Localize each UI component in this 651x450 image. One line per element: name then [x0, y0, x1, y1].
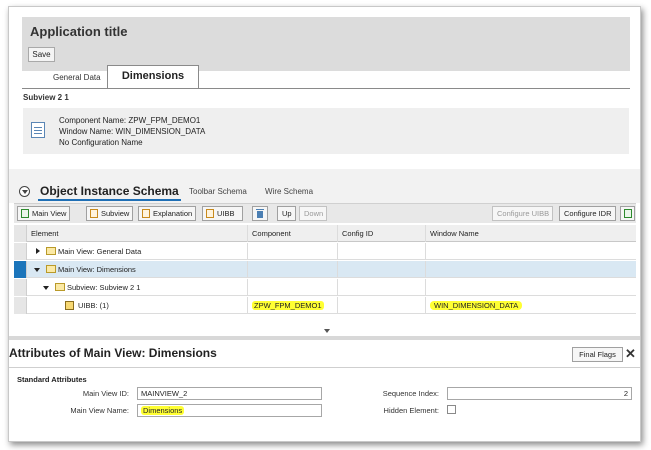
highlighted-component: ZPW_FPM_DEMO1 [252, 301, 324, 310]
highlighted-main-view-name: Dimensions [141, 406, 185, 415]
configuration-name-text: No Configuration Name [59, 138, 143, 147]
tab-divider [22, 88, 630, 89]
main-view-label: Main View [32, 209, 67, 218]
configure-uibb-button[interactable]: Configure UIBB [492, 206, 554, 221]
active-tab-underline [38, 199, 181, 201]
add-uibb-icon [206, 209, 214, 218]
table-header-row: Element Component Config ID Window Name [14, 225, 636, 242]
main-view-name-label: Main View Name: [70, 406, 129, 415]
element-cell: Main View: General Data [58, 247, 142, 256]
configure-idr-button[interactable]: Configure IDR [559, 206, 616, 221]
column-header-window-name[interactable]: Window Name [425, 225, 636, 242]
uibb-label: UIBB [217, 209, 235, 218]
app-title: Application title [30, 24, 128, 39]
resize-caret-icon[interactable] [324, 329, 330, 333]
main-view-id-label: Main View ID: [82, 389, 129, 398]
standard-attributes-heading: Standard Attributes [17, 375, 87, 384]
component-name-text: Component Name: ZPW_FPM_DEMO1 [59, 116, 201, 125]
column-header-config-id[interactable]: Config ID [337, 225, 425, 242]
main-view-name-field[interactable]: Dimensions [137, 404, 322, 417]
row-selector[interactable] [14, 279, 27, 296]
add-subview-button[interactable]: Subview [86, 206, 134, 221]
column-header-element[interactable]: Element [27, 225, 247, 242]
row-selector[interactable] [14, 243, 27, 260]
add-main-view-icon [21, 209, 29, 218]
window-name-text: Window Name: WIN_DIMENSION_DATA [59, 127, 206, 136]
tab-object-instance-schema[interactable]: Object Instance Schema [40, 184, 179, 198]
config-id-cell [337, 243, 425, 260]
element-cell: Subview: Subview 2 1 [67, 283, 141, 292]
component-cell [247, 279, 337, 296]
personalize-button[interactable] [620, 206, 635, 221]
add-explanation-button[interactable]: Explanation [138, 206, 197, 221]
collapse-icon[interactable] [34, 268, 40, 272]
add-subview-icon [90, 209, 98, 218]
window-name-cell [425, 243, 636, 260]
uibb-icon [65, 301, 74, 310]
sequence-index-label: Sequence Index: [382, 389, 439, 398]
select-all-icon[interactable] [14, 225, 27, 242]
close-icon[interactable]: ✕ [625, 347, 637, 361]
config-id-cell [337, 279, 425, 296]
table-row-selected[interactable]: Main View: Dimensions [14, 261, 636, 278]
collapse-toggle-icon[interactable] [19, 186, 30, 197]
component-cell [247, 261, 337, 278]
delete-icon[interactable] [252, 206, 268, 221]
subview-label: Subview [101, 209, 130, 218]
panel-splitter[interactable] [9, 336, 640, 340]
component-cell [247, 243, 337, 260]
schema-table: Element Component Config ID Window Name … [14, 225, 636, 315]
subview-title: Subview 2 1 [23, 93, 69, 102]
table-row[interactable]: Main View: General Data [14, 243, 636, 260]
attributes-title: Attributes of Main View: Dimensions [9, 346, 217, 360]
sequence-index-field[interactable]: 2 [447, 387, 632, 400]
tab-dimensions[interactable]: Dimensions [107, 65, 199, 89]
add-explanation-icon [142, 209, 150, 218]
window-name-cell: WIN_DIMENSION_DATA [425, 297, 636, 314]
expand-icon[interactable] [36, 248, 40, 254]
add-uibb-button[interactable]: UIBB [202, 206, 243, 221]
element-cell: Main View: Dimensions [58, 265, 136, 274]
collapse-icon[interactable] [43, 286, 49, 290]
row-selector[interactable] [14, 261, 27, 278]
table-row[interactable]: UIBB: (1) ZPW_FPM_DEMO1 WIN_DIMENSION_DA… [14, 297, 636, 314]
component-cell: ZPW_FPM_DEMO1 [247, 297, 337, 314]
hidden-element-checkbox[interactable] [447, 405, 456, 414]
column-header-component[interactable]: Component [247, 225, 337, 242]
tab-wire-schema[interactable]: Wire Schema [265, 187, 313, 196]
window-name-cell [425, 261, 636, 278]
move-up-button[interactable]: Up [277, 206, 296, 221]
table-row[interactable]: Subview: Subview 2 1 [14, 279, 636, 296]
window-name-cell [425, 279, 636, 296]
add-main-view-button[interactable]: Main View [17, 206, 71, 221]
highlighted-window-name: WIN_DIMENSION_DATA [430, 301, 523, 310]
element-cell: UIBB: (1) [78, 301, 109, 310]
app-header: Application title Save [22, 17, 630, 71]
personalize-icon [624, 209, 632, 218]
final-flags-button[interactable]: Final Flags [572, 347, 623, 362]
tab-toolbar-schema[interactable]: Toolbar Schema [189, 187, 247, 196]
tab-general-data[interactable]: General Data [53, 73, 101, 82]
hidden-element-label: Hidden Element: [383, 406, 439, 415]
main-view-id-field[interactable]: MAINVIEW_2 [137, 387, 322, 400]
config-id-cell [337, 261, 425, 278]
config-id-cell [337, 297, 425, 314]
save-button[interactable]: Save [28, 47, 55, 62]
move-down-button[interactable]: Down [299, 206, 328, 221]
app-window: Application title Save General Data Dime… [8, 6, 641, 442]
component-info-panel: Component Name: ZPW_FPM_DEMO1 Window Nam… [23, 108, 629, 154]
document-icon [31, 122, 45, 138]
attributes-divider [9, 367, 640, 368]
row-selector[interactable] [14, 297, 27, 314]
explanation-label: Explanation [153, 209, 193, 218]
schema-toolbar: Main View Subview Explanation UIBB Up Do… [14, 203, 636, 223]
